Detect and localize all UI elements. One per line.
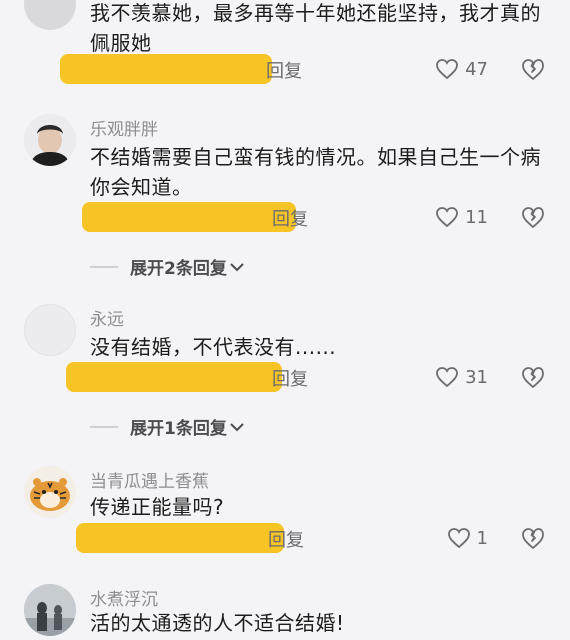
reply-button[interactable]: 回复	[266, 57, 302, 83]
redacted-timestamp	[66, 362, 282, 392]
broken-heart-icon[interactable]	[520, 364, 546, 390]
expand-replies-label: 展开2条回复	[130, 259, 227, 279]
chevron-down-icon	[230, 422, 244, 431]
avatar[interactable]	[24, 584, 76, 636]
heart-icon	[436, 367, 458, 388]
username[interactable]: 乐观胖胖	[90, 115, 158, 140]
like-button[interactable]: 1	[447, 521, 488, 555]
broken-heart-icon[interactable]	[520, 56, 546, 82]
comment-item: 我不羡慕她，最多再等十年她还能坚持，我才真的佩服她 回复 47	[0, 0, 570, 100]
comment-actions: 回复 11	[60, 200, 570, 234]
broken-heart-icon[interactable]	[520, 204, 546, 230]
like-button[interactable]: 31	[435, 360, 488, 394]
comment-item: 水煮浮沉 活的太通透的人不适合结婚!	[0, 582, 570, 640]
redacted-timestamp	[82, 202, 296, 232]
comment-text: 传递正能量吗?	[90, 495, 225, 519]
comment-actions: 回复 1	[60, 521, 570, 555]
avatar[interactable]	[24, 466, 76, 518]
divider-line	[90, 425, 118, 428]
reply-button[interactable]: 回复	[272, 365, 308, 391]
heart-icon	[436, 207, 458, 228]
expand-replies-button[interactable]: 展开1条回复	[90, 414, 245, 439]
heart-icon	[447, 528, 470, 549]
expand-replies-button[interactable]: 展开2条回复	[90, 254, 245, 279]
reply-button[interactable]: 回复	[268, 526, 304, 552]
redacted-timestamp	[76, 523, 284, 553]
like-count: 31	[465, 366, 488, 388]
comment-text: 不结婚需要自己蛮有钱的情况。如果自己生一个病你会知道。	[90, 145, 541, 199]
comment-actions: 回复 31	[60, 360, 570, 394]
username[interactable]: 水煮浮沉	[90, 585, 158, 610]
heart-icon	[436, 59, 458, 80]
comment-actions: 回复 47	[60, 52, 570, 86]
divider-line	[90, 265, 118, 268]
like-button[interactable]: 11	[435, 200, 488, 234]
comment-item: 当青瓜遇上香蕉 传递正能量吗? 回复 1	[0, 462, 570, 572]
comment-text: 我不羡慕她，最多再等十年她还能坚持，我才真的佩服她	[90, 1, 541, 55]
comment-text: 没有结婚，不代表没有......	[90, 335, 337, 359]
like-count: 1	[476, 527, 488, 549]
avatar[interactable]	[24, 114, 76, 166]
chevron-down-icon	[230, 262, 244, 271]
broken-heart-icon[interactable]	[520, 525, 546, 551]
expand-replies-label: 展开1条回复	[130, 419, 227, 439]
comment-item: 乐观胖胖 不结婚需要自己蛮有钱的情况。如果自己生一个病你会知道。 回复 11 展…	[0, 110, 570, 290]
avatar[interactable]	[24, 0, 76, 30]
like-button[interactable]: 47	[435, 52, 488, 86]
like-count: 11	[465, 206, 488, 228]
username[interactable]: 当青瓜遇上香蕉	[90, 467, 209, 492]
like-count: 47	[465, 58, 488, 80]
username[interactable]: 永远	[90, 305, 124, 330]
comment-item: 永远 没有结婚，不代表没有...... 回复 31 展开1条回复	[0, 302, 570, 452]
avatar[interactable]	[24, 304, 76, 356]
redacted-timestamp	[60, 54, 272, 84]
comment-text: 活的太通透的人不适合结婚!	[90, 611, 345, 635]
reply-button[interactable]: 回复	[272, 205, 308, 231]
